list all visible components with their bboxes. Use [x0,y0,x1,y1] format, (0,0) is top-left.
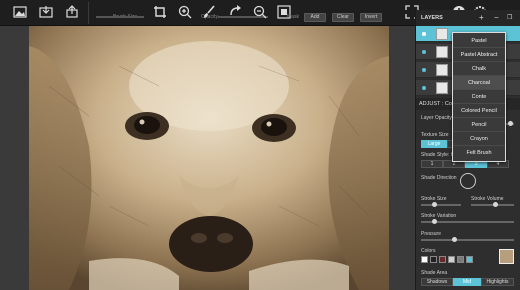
layer-opacity-thumb[interactable] [508,121,513,126]
shade-area-shadows-button[interactable]: Shadows [421,278,453,286]
crop-icon[interactable] [152,4,168,20]
color-swatch-light-gray[interactable] [448,256,455,263]
colors-label: Colors [421,248,436,254]
color-swatch-gray[interactable] [457,256,464,263]
shade-style-option-1[interactable]: 1 [421,160,443,168]
menu-item-crayon[interactable]: Crayon [453,132,505,146]
current-color-swatch[interactable] [499,249,514,264]
layer-thumbnail [436,82,448,94]
layer-thumbnail [436,28,448,40]
layer-visibility-icon[interactable] [422,86,426,90]
toolbar-divider [88,2,89,24]
mask-invert-button[interactable]: Invert [360,13,382,22]
shade-area-label: Shade Area [421,270,448,276]
menu-item-pastel-abstract[interactable]: Pastel Abstract [453,48,505,62]
menu-item-pencil[interactable]: Pencil [453,118,505,132]
shade-area-mid-button[interactable]: Mid [453,278,481,286]
texture-size-large-button[interactable]: Large [421,140,447,148]
stroke-size-thumb[interactable] [432,202,437,207]
open-image-icon[interactable] [12,4,28,20]
shade-direction-label: Shade Direction [421,175,457,181]
pressure-thumb[interactable] [452,237,457,242]
canvas-workspace[interactable] [0,26,415,290]
color-swatch-cyan[interactable] [466,256,473,263]
shade-area-highlights-button[interactable]: Highlights [481,278,514,286]
add-layer-button[interactable]: + [479,10,484,26]
menu-item-pastel[interactable]: Pastel [453,34,505,48]
pressure-slider[interactable] [421,239,514,241]
mask-label: Mask [287,14,299,20]
layer-visibility-icon[interactable] [422,68,426,72]
color-swatch-black[interactable] [430,256,437,263]
layer-visibility-icon[interactable] [422,32,426,36]
layers-header: LAYERS [416,10,520,26]
brush-icon[interactable] [201,4,217,20]
stroke-size-slider[interactable] [421,204,461,206]
mask-clear-button[interactable]: Clear [332,13,354,22]
zoom-in-icon[interactable] [177,4,193,20]
shade-direction-dial[interactable] [460,173,476,189]
menu-item-conte[interactable]: Conte [453,90,505,104]
brush-size-slider[interactable] [96,16,144,18]
stroke-volume-label: Stroke Volume [471,196,504,202]
menu-item-chalk[interactable]: Chalk [453,62,505,76]
layer-visibility-icon[interactable] [422,50,426,54]
share-icon[interactable] [64,4,80,20]
mask-add-button[interactable]: Add [304,13,326,22]
dog-photo-canvas[interactable] [29,26,389,290]
layer-opacity-label: Layer Opacity [421,115,452,121]
menu-item-felt-brush[interactable]: Felt Brush [453,146,505,160]
menu-item-colored-pencil[interactable]: Colored Pencil [453,104,505,118]
app-window: Brush Size Opacity Mask Add Clear Invert [0,0,520,290]
export-icon[interactable] [38,4,54,20]
style-dropdown-menu: Pastel Pastel Abstract Chalk Charcoal Co… [452,32,506,162]
color-swatch-white[interactable] [421,256,428,263]
stroke-variation-label: Stroke Variation [421,213,457,219]
layers-title: LAYERS [421,15,443,21]
pressure-label: Pressure [421,231,442,237]
color-swatch-maroon[interactable] [439,256,446,263]
stroke-variation-thumb[interactable] [432,219,437,224]
menu-item-charcoal[interactable]: Charcoal [453,76,505,90]
stroke-volume-thumb[interactable] [493,202,498,207]
layer-thumbnail [436,46,448,58]
zoom-out-icon[interactable] [252,4,268,20]
texture-size-label: Texture Size [421,132,449,138]
duplicate-layer-icon[interactable]: ❐ [507,10,512,26]
remove-layer-button[interactable]: − [494,10,499,26]
layer-thumbnail [436,64,448,76]
